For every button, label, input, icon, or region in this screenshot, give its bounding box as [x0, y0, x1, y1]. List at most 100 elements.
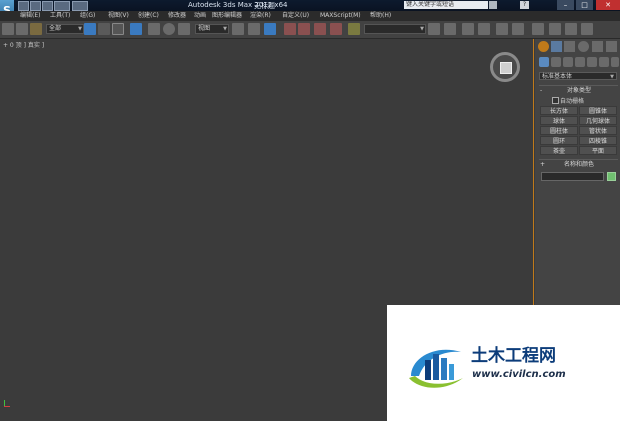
close-button[interactable]: ✕ — [596, 0, 620, 10]
reference-coordinate-value: 视图 — [198, 25, 211, 32]
minimize-button[interactable]: – — [557, 0, 574, 10]
object-name-input[interactable] — [541, 172, 604, 181]
torus-button[interactable]: 圆环 — [540, 136, 578, 145]
menu-tools[interactable]: 工具(T) — [50, 11, 70, 21]
menu-modifiers[interactable]: 修改器 — [168, 11, 186, 21]
object-color-swatch[interactable] — [607, 172, 616, 181]
box-button[interactable]: 长方体 — [540, 106, 578, 115]
selection-filter-dropdown[interactable]: 全部 ▼ — [46, 24, 84, 34]
space-warps-icon[interactable] — [599, 57, 609, 67]
motion-tab-icon[interactable] — [578, 41, 589, 52]
geosphere-button[interactable]: 几何球体 — [579, 116, 617, 125]
lights-icon[interactable] — [563, 57, 573, 67]
bind-space-warp-icon[interactable] — [30, 23, 42, 35]
graphite-ribbon-icon[interactable] — [478, 23, 490, 35]
axis-x-icon — [4, 406, 10, 407]
redo-icon[interactable] — [72, 1, 88, 11]
viewcube[interactable] — [490, 52, 520, 82]
cone-button[interactable]: 圆锥体 — [579, 106, 617, 115]
material-editor-icon[interactable] — [532, 23, 544, 35]
select-object-icon[interactable] — [84, 23, 96, 35]
sphere-button[interactable]: 球体 — [540, 116, 578, 125]
name-color-rollout-title[interactable]: 名称和颜色 — [540, 161, 618, 169]
layer-manager-icon[interactable] — [462, 23, 474, 35]
geometry-icon[interactable] — [539, 57, 549, 67]
open-file-icon[interactable] — [30, 1, 41, 11]
window-crossing-icon[interactable] — [130, 23, 142, 35]
menu-group[interactable]: 组(G) — [80, 11, 95, 21]
civilcn-logo-icon — [409, 349, 463, 388]
rendered-frame-window-icon[interactable] — [565, 23, 577, 35]
percent-snap-icon[interactable] — [314, 23, 326, 35]
snaps-toggle-icon[interactable] — [284, 23, 296, 35]
hierarchy-tab-icon[interactable] — [564, 41, 575, 52]
pivot-point-icon[interactable] — [232, 23, 244, 35]
render-setup-icon[interactable] — [549, 23, 561, 35]
binoculars-icon[interactable] — [489, 1, 497, 9]
shapes-icon[interactable] — [551, 57, 561, 67]
file-name: 无标题 — [254, 2, 275, 10]
menu-rendering[interactable]: 渲染(R) — [250, 11, 271, 21]
select-manipulate-icon[interactable] — [248, 23, 260, 35]
undo-icon[interactable] — [54, 1, 70, 11]
edit-named-selection-icon[interactable] — [348, 23, 360, 35]
create-tab-icon[interactable] — [538, 41, 549, 52]
select-by-name-icon[interactable] — [98, 23, 110, 35]
teapot-button[interactable]: 茶壶 — [540, 146, 578, 155]
curve-editor-icon[interactable] — [496, 23, 508, 35]
cameras-icon[interactable] — [575, 57, 585, 67]
tube-button[interactable]: 管状体 — [579, 126, 617, 135]
menu-create[interactable]: 创建(C) — [138, 11, 159, 21]
systems-icon[interactable] — [611, 57, 619, 67]
modify-tab-icon[interactable] — [551, 41, 562, 52]
spinner-snap-icon[interactable] — [330, 23, 342, 35]
help-icon[interactable]: ? — [520, 1, 529, 9]
menu-animation[interactable]: 动画 — [194, 11, 206, 21]
menu-graph-editors[interactable]: 图形编辑器 — [212, 11, 242, 21]
selection-filter-value: 全部 — [49, 25, 62, 32]
move-icon[interactable] — [148, 23, 160, 35]
axis-y-icon — [4, 400, 5, 406]
chevron-down-icon: ▼ — [420, 26, 424, 32]
plane-button[interactable]: 平面 — [579, 146, 617, 155]
scale-icon[interactable] — [178, 23, 190, 35]
menu-help[interactable]: 帮助(H) — [370, 11, 391, 21]
named-selection-dropdown[interactable]: ▼ — [364, 24, 426, 34]
angle-snap-icon[interactable] — [298, 23, 310, 35]
pyramid-button[interactable]: 四棱锥 — [579, 136, 617, 145]
watermark-brand: 土木工程网 — [471, 346, 556, 366]
rectangular-selection-icon[interactable] — [112, 23, 124, 35]
object-type-rollout-title[interactable]: 对象类型 — [540, 87, 618, 95]
rotate-icon[interactable] — [163, 23, 175, 35]
display-tab-icon[interactable] — [592, 41, 603, 52]
menu-views[interactable]: 视图(V) — [108, 11, 129, 21]
helpers-icon[interactable] — [587, 57, 597, 67]
keyboard-shortcut-icon[interactable] — [264, 23, 276, 35]
link-icon[interactable] — [16, 23, 28, 35]
new-file-icon[interactable] — [18, 1, 29, 11]
menu-customize[interactable]: 自定义(U) — [282, 11, 309, 21]
maximize-button[interactable]: □ — [576, 0, 593, 10]
viewport-label[interactable]: + 0 顶 ] 真实 ] — [3, 40, 44, 49]
utilities-tab-icon[interactable] — [606, 41, 617, 52]
autogrid-label: 自动栅格 — [560, 98, 585, 105]
render-production-icon[interactable] — [581, 23, 593, 35]
chevron-down-icon: ▼ — [223, 26, 227, 32]
divider — [539, 159, 618, 160]
search-input[interactable]: 键入关键字或短语 — [404, 1, 488, 9]
viewcube-face[interactable] — [500, 62, 512, 74]
save-file-icon[interactable] — [42, 1, 53, 11]
undo-toolbar-icon[interactable] — [2, 23, 14, 35]
mirror-icon[interactable] — [428, 23, 440, 35]
cylinder-button[interactable]: 圆柱体 — [540, 126, 578, 135]
menu-edit[interactable]: 编辑(E) — [20, 11, 40, 21]
menu-maxscript[interactable]: MAXScript(M) — [320, 11, 361, 21]
schematic-view-icon[interactable] — [512, 23, 524, 35]
reference-coordinate-dropdown[interactable]: 视图 ▼ — [195, 24, 229, 34]
chevron-down-icon: ▼ — [78, 26, 82, 32]
align-icon[interactable] — [444, 23, 456, 35]
category-value: 标准基本体 — [542, 73, 573, 80]
category-dropdown[interactable]: 标准基本体 ▼ — [539, 72, 617, 80]
autogrid-checkbox[interactable] — [552, 97, 559, 104]
chevron-down-icon: ▼ — [610, 74, 614, 80]
